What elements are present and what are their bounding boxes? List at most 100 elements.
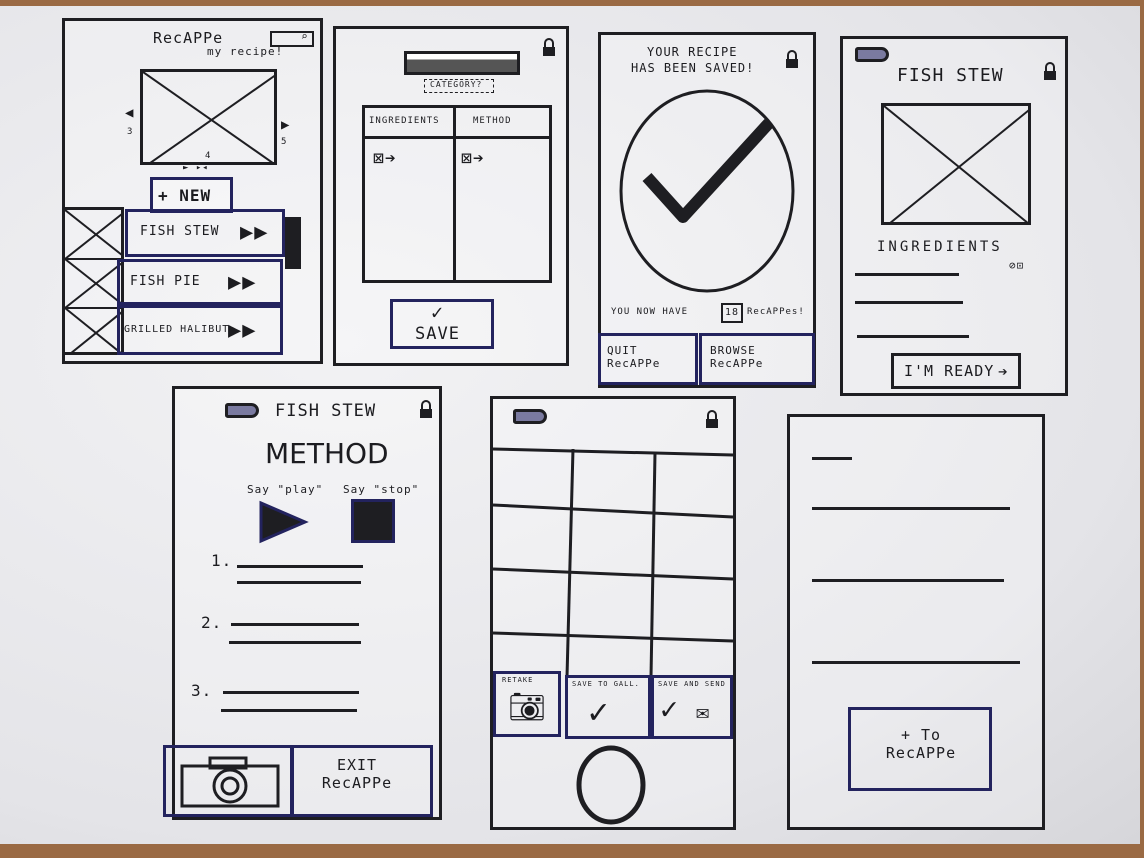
add-to-recappe-button[interactable]: + To RecAPPe [848,707,992,791]
recipe-count-prefix: YOU NOW HAVE [611,307,689,317]
recipe-list-item-fish-pie[interactable]: FISH PIE ▶▶ [117,259,283,305]
screen-camera-gallery: RETAKE 📷︎ SAVE TO GALL. ✓ SAVE AND SEND … [490,396,736,830]
im-ready-button[interactable]: I'M READY ➔ [891,353,1021,389]
search-icon[interactable]: ⌕ [301,30,309,43]
recipe-list-item-fish-stew[interactable]: FISH STEW ▶▶ [125,209,285,257]
lock-icon[interactable] [419,400,433,419]
saved-message-line2: HAS BEEN SAVED! [631,61,755,75]
lock-icon[interactable] [785,50,799,69]
recipe-title-input[interactable] [404,51,520,75]
lock-icon[interactable] [705,410,719,429]
step-line [229,641,361,644]
save-to-gallery-label: SAVE TO GALL. [572,680,640,688]
photo-grid[interactable] [492,445,734,681]
text-line [812,457,852,460]
add-method-image-icon[interactable]: ⊠➔ [461,148,485,169]
step-line [237,565,363,568]
screen-new-recipe: CATEGORY? INGREDIENTS METHOD ⊠➔ ⊠➔ ✓ SAV… [333,26,569,366]
im-ready-button-label: I'M READY [904,362,995,380]
step-line [237,581,361,584]
check-icon: ✓ [660,692,680,727]
recipe-list-item-grilled-halibut[interactable]: GRILLED HALIBUT ▶▶ [117,305,283,355]
checkmark-circle-icon [619,89,795,293]
browse-button-label: BROWSE RecAPPe [710,344,764,370]
recipe-count-badge: 18 [721,303,743,323]
open-recipe-icon[interactable]: ▶▶ [228,270,257,295]
back-icon[interactable] [855,47,889,62]
save-button[interactable]: ✓ SAVE [390,299,494,349]
retake-button[interactable]: RETAKE 📷︎ [493,671,561,737]
carousel-prev-icon[interactable]: ◀ [125,105,134,121]
save-and-send-button[interactable]: SAVE AND SEND ✓ ✉ [651,675,733,739]
step-line [231,623,359,626]
carousel-number-prev: 3 [127,127,134,137]
carousel-controls-icon[interactable]: ► ▸◂ [183,163,209,173]
recipe-image-placeholder [881,103,1031,225]
recipe-name: FISH PIE [130,274,201,289]
save-button-label: SAVE [415,324,460,344]
camera-button[interactable] [163,745,293,817]
voice-hint-play: Say "play" [247,483,324,496]
recipe-name: GRILLED HALIBUT [124,324,230,335]
text-line [812,661,1020,664]
add-to-recappe-label: + To RecAPPe [885,726,957,762]
edit-delete-icons[interactable]: ⊘⊡ [1009,259,1024,272]
new-recipe-button[interactable]: + NEW [150,177,233,213]
exit-button[interactable]: EXIT RecAPPe [291,745,433,817]
ingredient-line [855,273,959,276]
check-icon: ✓ [588,692,610,732]
save-to-gallery-button[interactable]: SAVE TO GALL. ✓ [565,675,651,739]
voice-hint-stop: Say "stop" [343,483,420,496]
browse-button[interactable]: BROWSE RecAPPe [699,333,815,385]
text-line [812,579,1004,582]
carousel-next-icon[interactable]: ▶ [281,117,290,133]
exit-button-label: EXIT RecAPPe [321,756,393,792]
quit-button[interactable]: QUIT RecAPPe [598,333,698,385]
shutter-button[interactable] [575,745,647,825]
lock-icon[interactable] [1043,62,1057,81]
column-header-method: METHOD [473,116,512,126]
recipe-name: FISH STEW [140,224,220,239]
category-label: CATEGORY? [430,80,483,89]
step-line [223,691,359,694]
recipe-editor-table: INGREDIENTS METHOD ⊠➔ ⊠➔ [362,105,552,283]
saved-message-line1: YOUR RECIPE [647,45,738,59]
camera-icon [180,756,280,808]
recipe-count-suffix: RecAPPes! [747,307,805,317]
back-icon[interactable] [513,409,547,424]
recipe-title: FISH STEW [275,401,377,421]
back-icon[interactable] [225,403,259,418]
screen-recipe-ingredients: FISH STEW INGREDIENTS ⊘⊡ I'M READY ➔ [840,36,1068,396]
save-check-icon: ✓ [431,300,445,324]
step-line [221,709,357,712]
play-icon[interactable] [259,500,309,544]
method-heading: METHOD [265,437,389,470]
ingredient-line [855,301,963,304]
screen-recipe-list: RecAPPe my recipe! ⌕ ◀ ▶ 3 4 5 ► ▸◂ + NE… [62,18,323,364]
text-line [812,507,1010,510]
add-ingredient-image-icon[interactable]: ⊠➔ [373,148,397,169]
recipe-thumbnail [62,207,124,355]
screen-imported-recipe: + To RecAPPe [787,414,1045,830]
sketch-paper: RecAPPe my recipe! ⌕ ◀ ▶ 3 4 5 ► ▸◂ + NE… [0,6,1140,844]
recipe-count: 18 [725,307,740,318]
category-dropdown[interactable]: CATEGORY? [424,79,494,93]
step-number: 2. [201,613,223,632]
open-recipe-icon[interactable]: ▶▶ [228,318,257,343]
open-recipe-icon[interactable]: ▶▶ [240,220,269,245]
screen-recipe-saved: YOUR RECIPE HAS BEEN SAVED! YOU NOW HAVE… [598,32,816,388]
lock-icon[interactable] [542,38,556,57]
carousel-number-current: 4 [205,151,212,161]
stop-icon[interactable] [351,499,395,543]
quit-button-label: QUIT RecAPPe [607,344,661,370]
screen-recipe-method: FISH STEW METHOD Say "play" Say "stop" 1… [163,386,442,820]
camera-icon: 📷︎ [508,690,548,725]
ingredient-line [857,335,969,338]
arrow-icon: ➔ [998,362,1009,381]
mail-icon: ✉ [696,700,711,725]
new-button-label: + NEW [158,186,212,205]
recipe-title: FISH STEW [897,65,1004,86]
step-number: 1. [211,551,233,570]
scrollbar[interactable] [285,217,301,269]
step-number: 3. [191,681,213,700]
